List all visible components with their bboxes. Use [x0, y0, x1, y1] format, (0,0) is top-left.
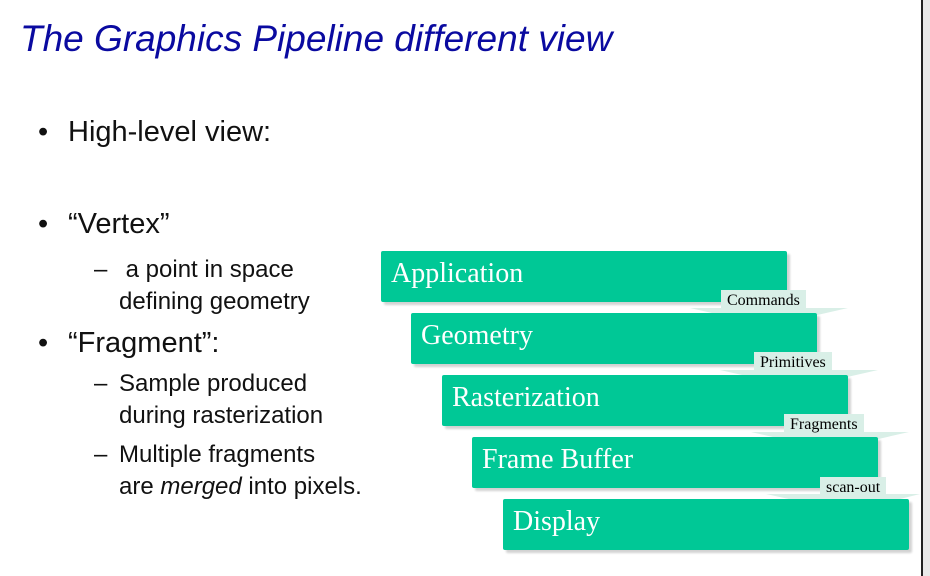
- stage-label: Display: [513, 506, 601, 537]
- stage-label: Application: [391, 258, 524, 289]
- bullet-marker: •: [38, 208, 49, 240]
- stage-frame-buffer: Frame Buffer: [472, 437, 878, 488]
- bullet-fragment: • “Fragment”:: [38, 327, 219, 360]
- bullet-marker: •: [38, 327, 49, 359]
- stage-label: Rasterization: [452, 382, 600, 413]
- line2-suffix: into pixels.: [241, 473, 362, 500]
- slide-title: The Graphics Pipeline different view: [20, 18, 613, 59]
- bullet-high-level-view: • High-level view:: [38, 116, 271, 149]
- fragment-definition-1-line1: Sample produced: [119, 370, 308, 397]
- emphasis-merged: merged: [160, 473, 242, 500]
- stage-label: Geometry: [421, 320, 533, 351]
- slide-right-shade: [923, 0, 930, 576]
- bullet-text: “Vertex”: [68, 208, 170, 240]
- bullet-vertex: • “Vertex”: [38, 208, 170, 241]
- stage-display: Display: [503, 499, 909, 550]
- line2-prefix: are: [119, 473, 161, 500]
- fragment-definition-1: – Sample produced during rasterization: [94, 368, 323, 432]
- transition-fragments: Fragments: [784, 414, 864, 436]
- dash-marker: –: [94, 370, 108, 397]
- transition-scan-out: scan-out: [820, 477, 887, 499]
- bullet-text: High-level view:: [68, 116, 272, 148]
- transition-commands: Commands: [721, 290, 806, 312]
- vertex-definition: – a point in space defining geometry: [94, 254, 310, 318]
- vertex-definition-line2: defining geometry: [119, 288, 310, 315]
- transition-primitives: Primitives: [754, 352, 832, 374]
- vertex-definition-line1: a point in space: [119, 256, 294, 283]
- fragment-definition-1-line2: during rasterization: [119, 402, 324, 429]
- dash-marker: –: [94, 256, 108, 283]
- bullet-text: “Fragment”:: [68, 327, 220, 359]
- fragment-definition-2: – Multiple fragments are merged into pix…: [94, 439, 362, 503]
- fragment-definition-2-line1: Multiple fragments: [119, 441, 316, 468]
- dash-marker: –: [94, 441, 108, 468]
- fragment-definition-2-line2: are merged into pixels.: [119, 471, 362, 503]
- stage-label: Frame Buffer: [482, 444, 634, 475]
- bullet-marker: •: [38, 116, 49, 148]
